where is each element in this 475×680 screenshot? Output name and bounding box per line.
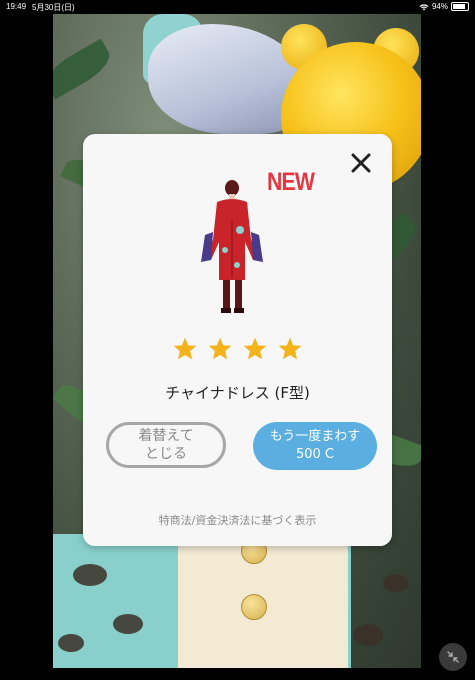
spin-again-label: もう一度まわす <box>269 429 361 444</box>
spin-again-button[interactable]: もう一度まわす 500 C <box>253 422 377 470</box>
gacha-result-modal: NEW チャイナドレス (F型) 着替えて とじる もう一度まわす 500 C … <box>83 134 392 546</box>
leopard-spot <box>353 624 383 646</box>
close-icon <box>351 153 371 173</box>
status-bar: 19:49 5月30日(日) 94% <box>0 0 475 14</box>
change-and-close-button[interactable]: 着替えて とじる <box>106 422 226 468</box>
battery-icon <box>451 2 469 11</box>
jungle-leaf <box>53 38 116 100</box>
change-and-close-label-1: 着替えて <box>138 428 194 444</box>
shirt-button <box>241 594 267 620</box>
change-and-close-label-2: とじる <box>145 446 187 462</box>
star-icon <box>243 337 267 360</box>
leopard-spot <box>73 564 107 586</box>
close-button[interactable] <box>346 148 376 178</box>
leopard-spot <box>113 614 143 634</box>
leopard-spot <box>58 634 84 652</box>
star-icon <box>278 337 302 360</box>
battery-percent: 94% <box>431 2 448 11</box>
rarity-stars <box>83 336 392 362</box>
status-date: 5月30日(日) <box>32 3 75 12</box>
status-time: 19:49 <box>6 2 27 11</box>
wifi-icon <box>419 3 429 10</box>
spin-again-price: 500 C <box>295 447 335 462</box>
shrink-button[interactable] <box>439 643 467 671</box>
star-icon <box>208 337 232 360</box>
shrink-icon <box>447 651 459 663</box>
new-badge: NEW <box>267 168 315 196</box>
leopard-spot <box>383 574 409 592</box>
status-right: 94% <box>419 2 469 11</box>
star-icon <box>173 337 197 360</box>
legal-notice-link[interactable]: 特商法/資金決済法に基づく表示 <box>83 512 392 528</box>
china-dress-item-image <box>201 180 263 313</box>
item-name: チャイナドレス (F型) <box>165 384 310 402</box>
